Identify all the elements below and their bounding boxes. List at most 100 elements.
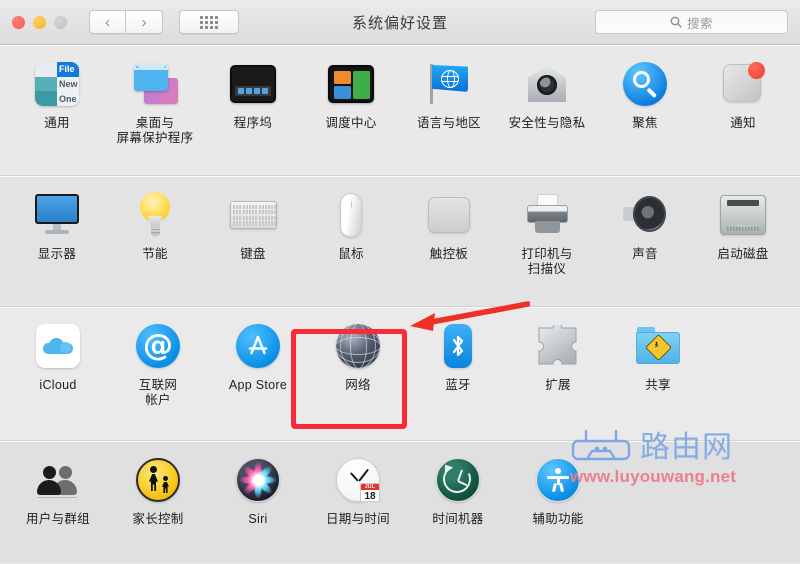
- pref-item-security[interactable]: 安全性与隐私: [498, 45, 596, 175]
- pref-item-keyboard[interactable]: 键盘: [204, 176, 302, 306]
- pref-item-label: 通用: [44, 116, 70, 130]
- preferences-row-system: 用户与群组 家长控制 Siri JUL 18 日期与时间 时间机器 辅助功能: [0, 441, 800, 563]
- pref-item-label: 打印机与 扫描仪: [521, 247, 573, 276]
- pref-item-printers[interactable]: 打印机与 扫描仪: [498, 176, 596, 306]
- pref-item-label: 触控板: [429, 247, 469, 261]
- pref-item-sound[interactable]: 声音: [596, 176, 694, 306]
- preferences-row-hardware: 显示器 节能 键盘 鼠标 触控板 打印机与 扫描仪 声音 启动磁盘: [0, 176, 800, 307]
- grid-dots-icon: [200, 15, 218, 29]
- pref-item-label: Siri: [248, 512, 268, 526]
- pref-item-label: 互联网 帐户: [138, 378, 178, 407]
- pref-item-label: 共享: [645, 378, 671, 392]
- printer-scanner-icon: [522, 190, 572, 240]
- pref-item-notifications[interactable]: 通知: [694, 45, 792, 175]
- dock-icon: [228, 59, 278, 109]
- security-privacy-icon: [522, 59, 572, 109]
- pref-item-label: 桌面与 屏幕保护程序: [116, 116, 194, 145]
- pref-item-internet-accounts[interactable]: @ 互联网 帐户: [108, 307, 208, 440]
- window-titlebar: ‹ › 系统偏好设置 搜索: [0, 0, 800, 45]
- pref-item-general[interactable]: File New One 通用: [8, 45, 106, 175]
- pref-item-label: 调度中心: [325, 116, 377, 130]
- minimize-button[interactable]: [33, 15, 46, 29]
- pref-item-extensions[interactable]: 扩展: [508, 307, 608, 440]
- pref-item-label: 家长控制: [132, 512, 184, 526]
- keyboard-icon: [228, 190, 278, 240]
- back-button[interactable]: ‹: [89, 10, 126, 34]
- chevron-right-icon: ›: [141, 13, 147, 31]
- spotlight-icon: [620, 59, 670, 109]
- pref-item-time-machine[interactable]: 时间机器: [408, 441, 508, 563]
- pref-item-icloud[interactable]: iCloud: [8, 307, 108, 440]
- parental-control-icon: [133, 455, 183, 505]
- accessibility-icon: [533, 455, 583, 505]
- clock-calendar-icon: JUL 18: [333, 455, 383, 505]
- mouse-icon: [326, 190, 376, 240]
- pref-item-sharing[interactable]: 共享: [608, 307, 708, 440]
- pref-item-desktop[interactable]: 桌面与 屏幕保护程序: [106, 45, 204, 175]
- search-icon: [670, 16, 682, 28]
- pref-item-spotlight[interactable]: 聚焦: [596, 45, 694, 175]
- trackpad-icon: [424, 190, 474, 240]
- mission-control-icon: [326, 59, 376, 109]
- pref-item-label: 日期与时间: [325, 512, 390, 526]
- pref-item-app-store[interactable]: App Store: [208, 307, 308, 440]
- app-store-icon: [233, 321, 283, 371]
- pref-item-startup-disk[interactable]: 启动磁盘: [694, 176, 792, 306]
- preferences-row-internet: iCloud @ 互联网 帐户 App Store 网络 蓝牙 扩展 共享: [0, 307, 800, 441]
- pref-item-label: 鼠标: [338, 247, 364, 261]
- pref-item-label: iCloud: [39, 378, 77, 392]
- pref-item-label: 聚焦: [632, 116, 658, 130]
- preferences-row-personal: File New One 通用 桌面与 屏幕保护程序 程序坞 调度中心 语言与地…: [0, 45, 800, 176]
- pref-item-mission-control[interactable]: 调度中心: [302, 45, 400, 175]
- pref-item-label: 节能: [142, 247, 168, 261]
- language-flag-icon: [424, 59, 474, 109]
- search-placeholder: 搜索: [686, 16, 713, 31]
- pref-item-label: 网络: [345, 378, 371, 392]
- pref-item-label: 通知: [730, 116, 756, 130]
- pref-item-label: 启动磁盘: [717, 247, 769, 261]
- pref-item-trackpad[interactable]: 触控板: [400, 176, 498, 306]
- pref-item-label: 扩展: [545, 378, 571, 392]
- pref-item-label: 声音: [632, 247, 658, 261]
- forward-button[interactable]: ›: [126, 10, 163, 34]
- search-input[interactable]: 搜索: [595, 10, 788, 34]
- system-preferences-window: ‹ › 系统偏好设置 搜索 File New One 通用 桌面与 屏幕保护程序…: [0, 0, 800, 564]
- pref-item-network[interactable]: 网络: [308, 307, 408, 440]
- pref-item-accessibility[interactable]: 辅助功能: [508, 441, 608, 563]
- at-sign-icon: @: [133, 321, 183, 371]
- startup-disk-icon: [718, 190, 768, 240]
- users-icon: [33, 455, 83, 505]
- pref-item-date-time[interactable]: JUL 18 日期与时间: [308, 441, 408, 563]
- pref-item-energy[interactable]: 节能: [106, 176, 204, 306]
- pref-item-label: App Store: [228, 378, 288, 392]
- network-globe-icon: [333, 321, 383, 371]
- pref-item-siri[interactable]: Siri: [208, 441, 308, 563]
- bluetooth-icon: [433, 321, 483, 371]
- traffic-lights: [12, 15, 67, 29]
- pref-item-label: 程序坞: [233, 116, 273, 130]
- pref-item-label: 蓝牙: [445, 378, 471, 392]
- pref-item-displays[interactable]: 显示器: [8, 176, 106, 306]
- puzzle-piece-icon: [533, 321, 583, 371]
- pref-item-bluetooth[interactable]: 蓝牙: [408, 307, 508, 440]
- pref-item-label: 语言与地区: [416, 116, 481, 130]
- zoom-button[interactable]: [54, 15, 67, 29]
- close-button[interactable]: [12, 15, 25, 29]
- calendar-day: 18: [364, 491, 376, 502]
- pref-item-users-groups[interactable]: 用户与群组: [8, 441, 108, 563]
- general-icon: File New One: [32, 59, 82, 109]
- time-machine-icon: [433, 455, 483, 505]
- pref-item-label: 用户与群组: [25, 512, 90, 526]
- pref-item-label: 时间机器: [432, 512, 484, 526]
- show-all-button[interactable]: [179, 10, 239, 34]
- pref-item-parental-control[interactable]: 家长控制: [108, 441, 208, 563]
- pref-item-label: 键盘: [240, 247, 266, 261]
- pref-item-dock[interactable]: 程序坞: [204, 45, 302, 175]
- display-icon: [32, 190, 82, 240]
- sound-icon: [620, 190, 670, 240]
- navigation-buttons: ‹ ›: [89, 10, 163, 34]
- notifications-icon: [718, 59, 768, 109]
- pref-item-language[interactable]: 语言与地区: [400, 45, 498, 175]
- siri-icon: [233, 455, 283, 505]
- pref-item-mouse[interactable]: 鼠标: [302, 176, 400, 306]
